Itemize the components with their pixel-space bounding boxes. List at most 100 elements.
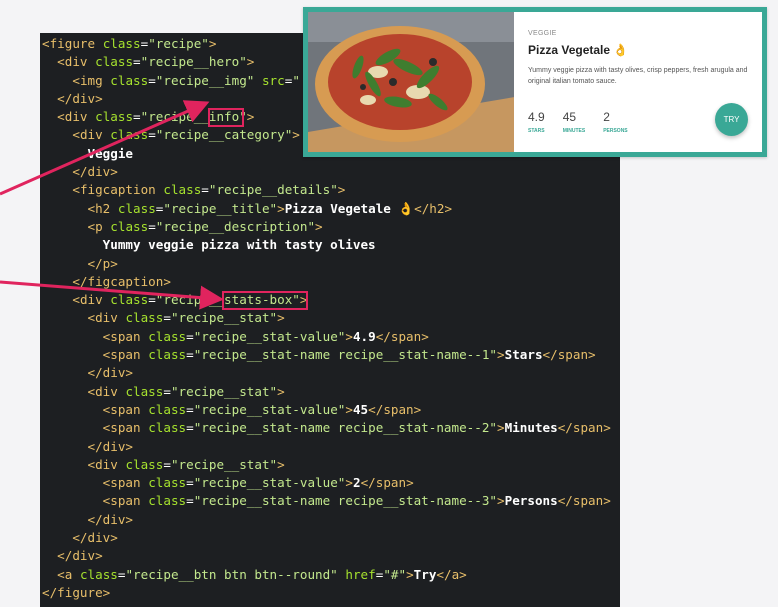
stat-name: STARS: [528, 128, 545, 134]
code-token: div: [95, 456, 118, 472]
code-line: </div>: [42, 547, 611, 565]
code-token: </: [72, 530, 88, 546]
code-token: >: [95, 548, 103, 564]
code-token: >: [110, 530, 118, 546]
code-token: >: [345, 475, 353, 491]
code-token: >: [110, 164, 118, 180]
code-token: </: [42, 584, 58, 600]
code-token: >: [588, 347, 596, 363]
code-token: </: [360, 475, 376, 491]
recipe-card-preview: VEGGIE Pizza Vegetale 👌 Yummy veggie piz…: [303, 7, 767, 157]
code-token: "recipe__details": [208, 182, 338, 198]
code-token: </: [375, 328, 391, 344]
code-token: =: [133, 109, 141, 125]
code-token: =: [186, 420, 194, 436]
recipe-description: Yummy veggie pizza with tasty olives, cr…: [528, 67, 748, 85]
code-line: </figure>: [42, 584, 611, 602]
pizza-image: [308, 12, 514, 152]
code-line: <h2 class="recipe__title">Pizza Vegetale…: [42, 200, 611, 218]
stats-box: 4.9 STARS 45 MINUTES 2 PERSONS: [528, 110, 628, 134]
code-token: class: [95, 54, 134, 70]
code-token: </: [87, 255, 103, 271]
code-token: <: [87, 200, 96, 216]
code-token: "recipe__stat-name recipe__stat-name--3": [193, 493, 498, 509]
code-token: >: [603, 493, 611, 509]
code-token: span: [557, 347, 589, 363]
code-token: >: [125, 438, 134, 454]
code-line: <div class="recipe__stat">: [42, 383, 611, 401]
try-button[interactable]: TRY: [715, 103, 748, 136]
code-token: >: [110, 255, 118, 271]
stat-value: 4.9: [528, 110, 545, 124]
code-token: span: [390, 328, 422, 344]
code-token: class: [148, 347, 187, 363]
code-token: "recipe__title": [163, 200, 278, 216]
code-token: </: [72, 273, 88, 289]
code-token: >: [603, 420, 611, 436]
code-token: =: [163, 383, 171, 399]
code-line: </p>: [42, 255, 611, 273]
code-token: </: [436, 566, 452, 582]
code-token: class: [148, 475, 187, 491]
highlight-stats-box: [222, 291, 308, 310]
code-token: >: [345, 401, 353, 417]
code-token: "recipe__stat-value": [193, 328, 346, 344]
code-token: </: [368, 401, 384, 417]
code-token: </: [557, 420, 573, 436]
code-token: <: [72, 182, 80, 198]
code-token: figcaption: [79, 182, 156, 198]
code-token: >: [102, 584, 111, 600]
code-token: span: [572, 493, 604, 509]
recipe-title: Pizza Vegetale 👌: [528, 43, 629, 57]
code-token: >: [459, 566, 467, 582]
code-token: Pizza Vegetale 👌: [284, 200, 415, 216]
code-token: >: [413, 401, 422, 417]
code-token: "recipe__btn btn btn--round": [125, 566, 338, 582]
code-token: class: [163, 182, 202, 198]
code-token: class: [125, 310, 164, 326]
code-token: div: [102, 365, 126, 381]
card-info: VEGGIE Pizza Vegetale 👌 Yummy veggie piz…: [514, 12, 762, 152]
code-token: </: [557, 493, 573, 509]
code-token: </: [414, 200, 430, 216]
code-token: div: [95, 310, 118, 326]
code-token: >: [315, 218, 323, 234]
code-token: class: [125, 456, 164, 472]
code-token: >: [277, 310, 285, 326]
stat-value: 2: [603, 110, 610, 124]
code-token: </: [542, 347, 558, 363]
code-line: </div>: [42, 529, 611, 547]
code-token: >: [497, 420, 505, 436]
recipe-category: VEGGIE: [528, 30, 557, 37]
code-line: <span class="recipe__stat-name recipe__s…: [42, 346, 611, 364]
stat-name: PERSONS: [603, 128, 628, 134]
code-token: figcaption: [87, 273, 164, 289]
code-token: >: [406, 566, 414, 582]
code-token: div: [72, 90, 96, 106]
code-line: <span class="recipe__stat-name recipe__s…: [42, 492, 611, 510]
code-line: <span class="recipe__stat-value">4.9</sp…: [42, 328, 611, 346]
code-token: >: [277, 383, 285, 399]
code-token: =: [163, 310, 171, 326]
code-token: =: [186, 328, 194, 344]
code-token: =: [186, 475, 194, 491]
code-token: class: [148, 493, 187, 509]
code-token: span: [110, 347, 141, 363]
code-token: >: [163, 273, 171, 289]
code-token: href: [345, 566, 376, 582]
code-token: Veggie: [42, 145, 133, 161]
code-token: >: [444, 200, 453, 216]
code-line: <figcaption class="recipe__details">: [42, 181, 611, 199]
code-token: span: [383, 401, 414, 417]
